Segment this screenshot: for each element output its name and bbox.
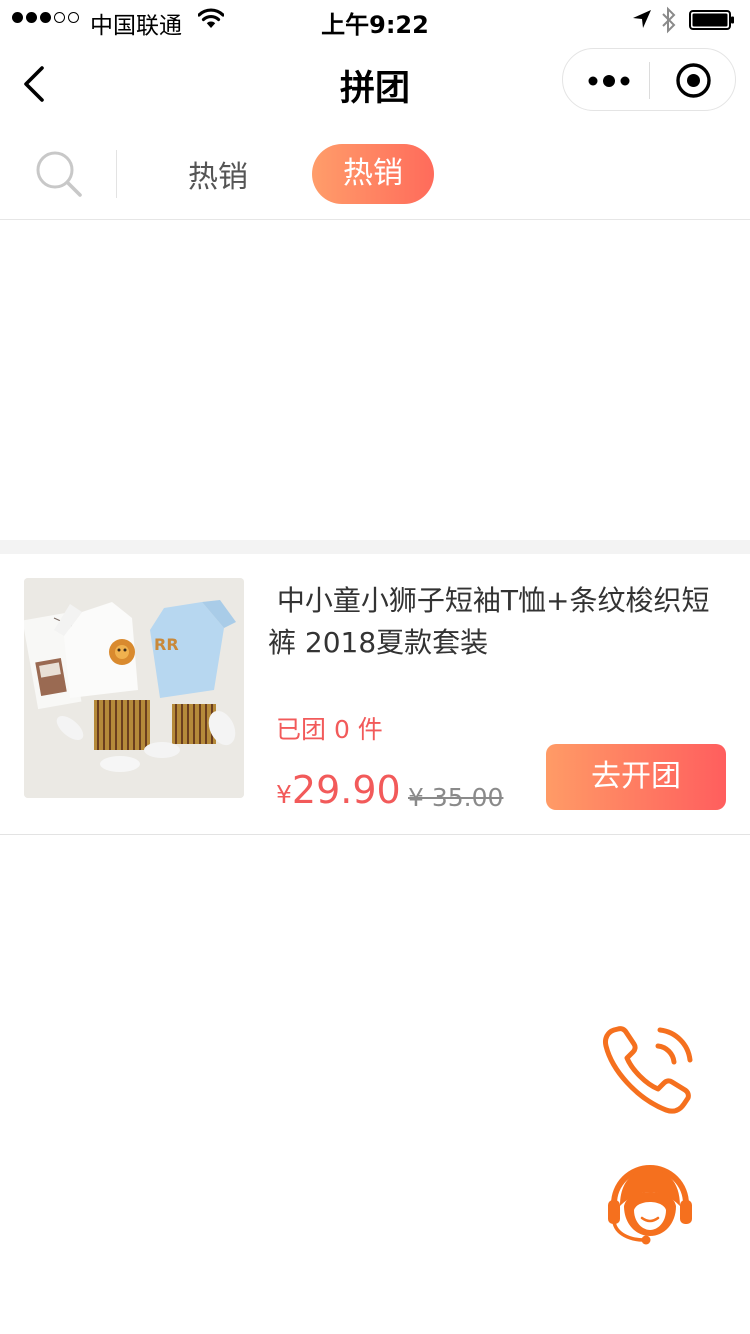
product-card[interactable]: RR 中小童小狮子短袖T恤+条纹梭织短裤 2018夏款套装 已团 0 件 ¥29… (0, 554, 750, 835)
battery-icon (689, 10, 734, 30)
bluetooth-icon (662, 6, 676, 34)
tab-divider (116, 150, 117, 198)
search-icon[interactable] (34, 149, 84, 199)
phone-icon[interactable] (600, 1022, 700, 1118)
price-currency-symbol: ¥ (276, 780, 292, 809)
product-image[interactable]: RR (24, 578, 244, 798)
banner-area (0, 220, 750, 540)
tab-hot-sale[interactable]: 热销 (188, 152, 248, 196)
close-target-icon[interactable] (675, 62, 712, 99)
product-title[interactable]: 中小童小狮子短袖T恤+条纹梭织短裤 2018夏款套装 (268, 580, 718, 664)
category-tab-bar: 热销 热销 (0, 128, 750, 220)
status-bar: 中国联通 上午9:22 (0, 0, 750, 40)
tab-hot-sale-active[interactable]: 热销 (312, 144, 434, 204)
price: ¥29.90 (276, 768, 401, 812)
price-value: 29.90 (291, 768, 401, 812)
start-group-button[interactable]: 去开团 (546, 744, 726, 810)
grouped-count: 已团 0 件 (276, 715, 383, 744)
location-arrow-icon (633, 10, 651, 28)
svg-text:RR: RR (154, 635, 179, 654)
product-photo-illustration: RR (24, 578, 244, 798)
section-divider (0, 540, 750, 554)
more-dots-icon[interactable] (587, 71, 631, 91)
customer-service-icon[interactable] (604, 1156, 696, 1248)
capsule-divider (649, 62, 650, 99)
mini-program-capsule (562, 48, 736, 111)
navigation-bar: 拼团 (0, 40, 750, 128)
original-price: ¥ 35.00 (408, 783, 504, 812)
